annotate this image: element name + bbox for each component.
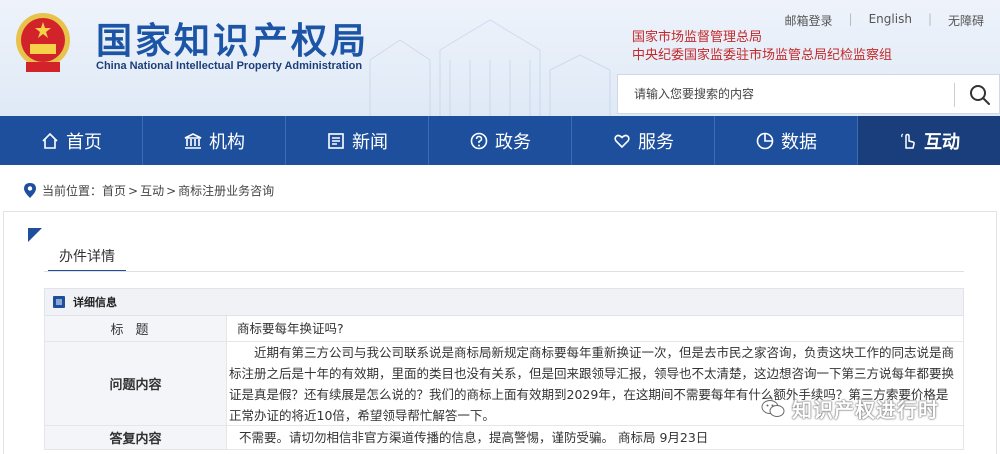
english-link[interactable]: English <box>853 12 928 29</box>
detail-row-title: 标题 商标要每年换证吗? <box>44 316 964 342</box>
org-lines: 国家市场监督管理总局 中央纪委国家监委驻市场监管总局纪检监察组 <box>632 29 892 65</box>
watermark-text: 知识产权进行时 <box>792 398 939 422</box>
row-label: 答复内容 <box>45 426 227 449</box>
breadcrumb-prefix: 当前位置： <box>42 184 103 198</box>
details-header: 详细信息 <box>44 288 964 316</box>
nav-label: 机构 <box>209 131 245 153</box>
site-title-cn[interactable]: 国家知识产权局 <box>96 12 369 64</box>
search-icon[interactable] <box>968 83 992 107</box>
news-icon <box>328 132 344 149</box>
question-icon <box>470 132 488 149</box>
nav-institution[interactable]: 机构 <box>143 116 286 165</box>
breadcrumb-home[interactable]: 首页 <box>102 182 126 199</box>
accessibility-link[interactable]: 无障碍 <box>932 12 1000 29</box>
nav-label: 互动 <box>924 131 960 153</box>
wechat-watermark: 知识产权进行时 <box>760 394 939 423</box>
nav-label: 政务 <box>495 131 531 153</box>
mail-login-link[interactable]: 邮箱登录 <box>769 12 849 29</box>
row-label: 问题内容 <box>45 342 227 425</box>
nav-news[interactable]: 新闻 <box>286 116 429 165</box>
breadcrumb-sep: > <box>166 183 177 198</box>
org-line-discipline[interactable]: 中央纪委国家监委驻市场监管总局纪检监察组 <box>632 47 892 65</box>
row-value: 商标要每年换证吗? <box>237 321 344 336</box>
nav-label: 新闻 <box>352 131 388 153</box>
nav-data[interactable]: 数据 <box>715 116 858 165</box>
details-title: 详细信息 <box>73 296 117 309</box>
breadcrumb-sep: > <box>128 183 139 198</box>
list-icon <box>53 296 65 308</box>
top-links: 邮箱登录 | English | 无障碍 <box>769 12 1000 29</box>
nav-interaction[interactable]: 互动 <box>858 116 1000 165</box>
pie-chart-icon <box>756 132 774 149</box>
heart-hand-icon <box>614 134 630 148</box>
nav-label: 服务 <box>638 131 674 153</box>
org-line-samr[interactable]: 国家市场监督管理总局 <box>632 29 892 47</box>
tab-divider <box>44 271 964 272</box>
breadcrumb-interaction[interactable]: 互动 <box>140 182 164 199</box>
nav-government[interactable]: 政务 <box>429 116 572 165</box>
row-value: 不需要。请切勿相信非官方渠道传播的信息，提高警惕，谨防受骗。 商标局 9月23日 <box>239 430 709 445</box>
search-divider <box>954 83 955 107</box>
search-input[interactable] <box>618 75 954 113</box>
building-decoration <box>369 19 611 116</box>
row-label: 标题 <box>45 316 227 341</box>
nav-home[interactable]: 首页 <box>0 116 143 165</box>
nav-service[interactable]: 服务 <box>572 116 715 165</box>
location-pin-icon <box>24 183 36 198</box>
search-box <box>617 74 1000 114</box>
tab-case-details[interactable]: 办件详情 <box>48 244 126 272</box>
main-nav: 首页 机构 新闻 政务 服务 数据 互动 <box>0 116 1000 165</box>
hand-pointer-icon <box>901 132 915 149</box>
site-title-en: China National Intellectual Property Adm… <box>96 60 363 72</box>
breadcrumb: 当前位置： 首页 > 互动 > 商标注册业务咨询 <box>24 182 274 199</box>
site-header: 国家知识产权局 China National Intellectual Prop… <box>0 0 1000 116</box>
detail-row-reply: 答复内容 不需要。请切勿相信非官方渠道传播的信息，提高警惕，谨防受骗。 商标局 … <box>44 426 964 450</box>
wechat-icon <box>761 399 785 417</box>
nav-label: 首页 <box>66 131 102 153</box>
breadcrumb-current[interactable]: 商标注册业务咨询 <box>178 182 274 199</box>
nav-label: 数据 <box>781 131 817 153</box>
institution-icon <box>184 132 202 149</box>
home-icon <box>42 132 58 149</box>
corner-mark <box>28 228 42 242</box>
national-emblem-icon[interactable] <box>12 10 74 76</box>
